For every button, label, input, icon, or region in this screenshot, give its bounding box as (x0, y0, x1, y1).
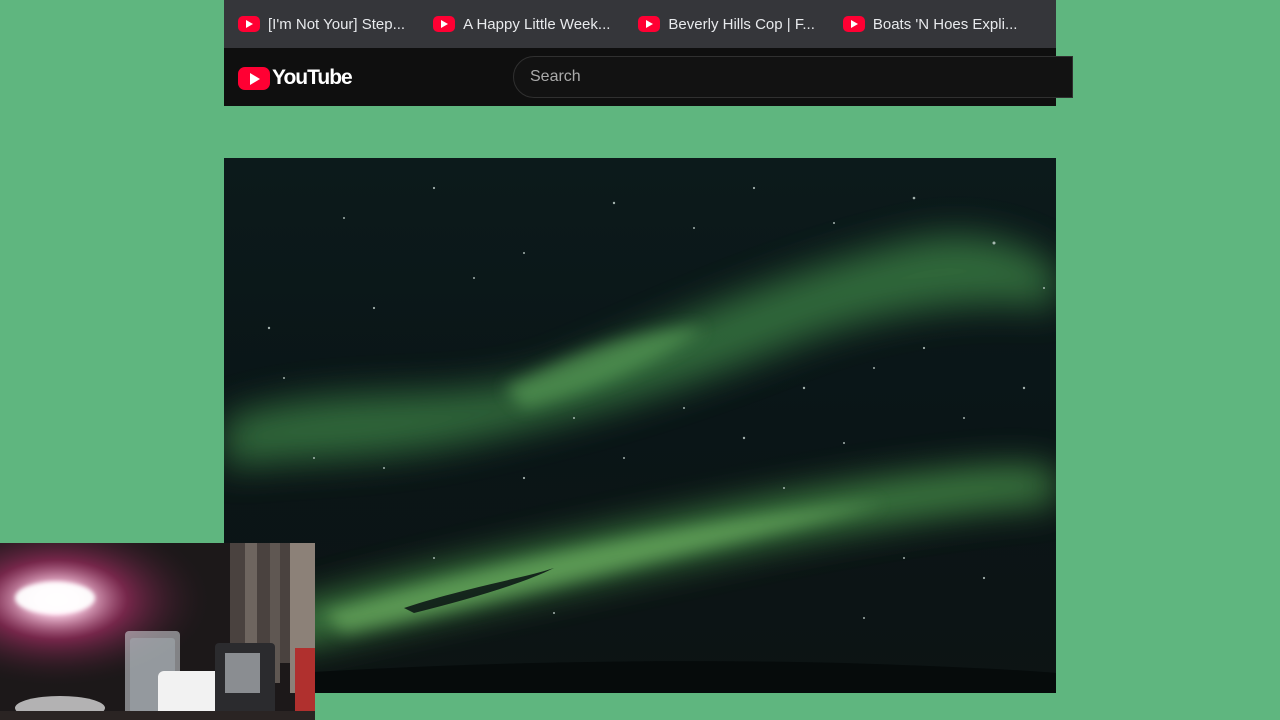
bookmark-label: A Happy Little Week... (463, 15, 611, 33)
bookmark-item[interactable]: [I'm Not Your] Step... (238, 8, 413, 40)
bookmarks-bar: [I'm Not Your] Step... A Happy Little We… (224, 0, 1056, 48)
bookmark-label: Boats 'N Hoes Expli... (872, 15, 1018, 33)
bookmark-item[interactable]: A Happy Little Week... (433, 8, 618, 40)
youtube-logo[interactable]: YouTube (238, 66, 353, 90)
webcam-overlay (0, 543, 315, 720)
youtube-logo-text: YouTube (272, 66, 353, 89)
youtube-icon (638, 16, 661, 32)
search-input[interactable] (513, 56, 1073, 98)
bookmark-label: [I'm Not Your] Step... (268, 15, 406, 33)
youtube-icon (238, 16, 260, 32)
youtube-icon (433, 16, 456, 32)
youtube-logo-icon (238, 66, 270, 90)
webcam-frame (0, 543, 315, 720)
youtube-icon (842, 16, 865, 32)
bookmark-label: Beverly Hills Cop | F... (668, 15, 815, 33)
bookmark-item[interactable]: Beverly Hills Cop | F... (638, 8, 822, 40)
youtube-header: YouTube (224, 48, 1073, 106)
bookmark-item[interactable]: Boats 'N Hoes Expli... (842, 8, 1026, 40)
video-player[interactable] (224, 158, 1056, 693)
aurora-video-frame (224, 158, 1056, 693)
